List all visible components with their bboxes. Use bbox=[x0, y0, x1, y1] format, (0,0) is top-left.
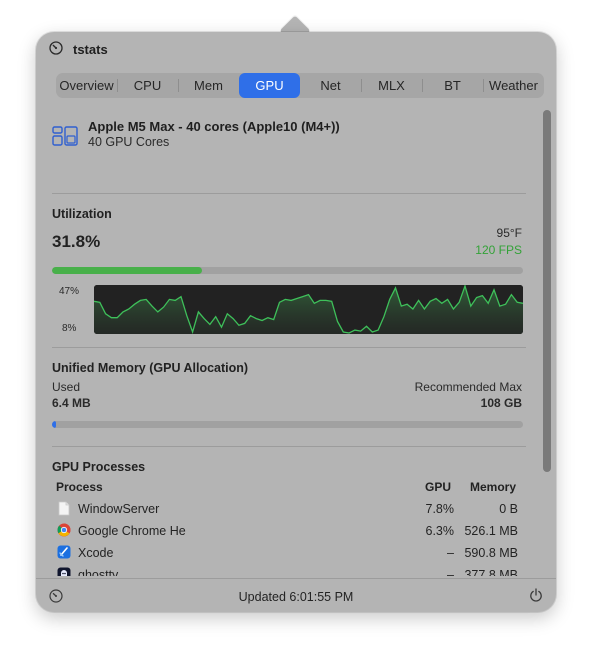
gpu-chip-icon bbox=[52, 126, 78, 146]
tstats-popover: tstats Overview CPU Mem GPU Net MLX BT Weather … bbox=[36, 32, 556, 612]
table-row[interactable]: Google Chrome He 6.3% 526.1 MB bbox=[52, 520, 526, 542]
tab-weather[interactable]: Weather bbox=[483, 73, 544, 98]
gpu-panel: Apple M5 Max - 40 cores (Apple10 (M4+)) … bbox=[52, 110, 526, 576]
xcode-icon bbox=[57, 545, 71, 560]
divider bbox=[52, 193, 526, 194]
memory-max-value: 108 GB bbox=[480, 396, 522, 410]
utilization-title: Utilization bbox=[52, 207, 112, 221]
utilization-bar bbox=[52, 267, 523, 274]
scrollbar-thumb[interactable] bbox=[543, 110, 551, 472]
gpu-model-name: Apple M5 Max - 40 cores (Apple10 (M4+)) bbox=[88, 119, 340, 134]
graph-min-label: 8% bbox=[62, 323, 77, 334]
processes-title: GPU Processes bbox=[52, 460, 146, 474]
process-memory: 526.1 MB bbox=[464, 524, 518, 538]
process-name: Google Chrome He bbox=[78, 524, 186, 538]
process-gpu-usage: – bbox=[447, 568, 454, 576]
process-name: WindowServer bbox=[78, 502, 160, 516]
divider bbox=[52, 347, 526, 348]
gauge-icon bbox=[49, 41, 63, 55]
memory-used-value: 6.4 MB bbox=[52, 396, 91, 410]
power-icon[interactable] bbox=[529, 588, 543, 603]
document-icon bbox=[57, 501, 71, 516]
process-gpu-usage: 7.8% bbox=[425, 502, 455, 516]
table-row[interactable]: ghostty – 377.8 MB bbox=[52, 564, 526, 576]
process-memory: 377.8 MB bbox=[464, 568, 518, 576]
process-gpu-usage: 6.3% bbox=[425, 524, 455, 538]
scrollbar[interactable] bbox=[542, 110, 552, 576]
tab-bt[interactable]: BT bbox=[422, 73, 483, 98]
tab-cpu[interactable]: CPU bbox=[117, 73, 178, 98]
footer: Updated 6:01:55 PM bbox=[36, 578, 556, 613]
process-memory: 0 B bbox=[499, 502, 518, 516]
column-header-process[interactable]: Process bbox=[56, 480, 103, 494]
tab-overview[interactable]: Overview bbox=[56, 73, 117, 98]
tab-mlx[interactable]: MLX bbox=[361, 73, 422, 98]
memory-bar-fill bbox=[52, 421, 56, 428]
graph-max-label: 47% bbox=[59, 286, 80, 297]
tab-gpu[interactable]: GPU bbox=[239, 73, 300, 98]
process-gpu-usage: – bbox=[447, 546, 454, 560]
column-header-gpu[interactable]: GPU bbox=[425, 480, 451, 494]
process-memory: 590.8 MB bbox=[464, 546, 518, 560]
memory-title: Unified Memory (GPU Allocation) bbox=[52, 361, 249, 375]
tab-bar: Overview CPU Mem GPU Net MLX BT Weather bbox=[56, 73, 544, 98]
gpu-fps: 120 FPS bbox=[475, 243, 522, 257]
gpu-temperature: 95°F bbox=[496, 226, 522, 240]
gpu-core-count: 40 GPU Cores bbox=[88, 135, 170, 149]
utilization-value: 31.8% bbox=[52, 232, 101, 251]
column-header-memory[interactable]: Memory bbox=[470, 480, 516, 494]
tab-net[interactable]: Net bbox=[300, 73, 361, 98]
divider bbox=[52, 446, 526, 447]
memory-used-label: Used bbox=[52, 380, 81, 394]
process-name: ghostty bbox=[78, 568, 119, 576]
utilization-bar-fill bbox=[52, 267, 202, 274]
chrome-icon bbox=[57, 523, 71, 538]
ghostty-icon bbox=[57, 567, 71, 576]
tab-mem[interactable]: Mem bbox=[178, 73, 239, 98]
title-bar: tstats bbox=[36, 32, 556, 66]
updated-timestamp: Updated 6:01:55 PM bbox=[238, 590, 354, 604]
app-title: tstats bbox=[73, 42, 108, 57]
memory-max-label: Recommended Max bbox=[414, 380, 522, 394]
table-row[interactable]: WindowServer 7.8% 0 B bbox=[52, 498, 526, 520]
utilization-history-graph bbox=[94, 285, 523, 334]
process-name: Xcode bbox=[78, 546, 114, 560]
table-row[interactable]: Xcode –590.8 MB bbox=[52, 542, 526, 564]
memory-bar bbox=[52, 421, 523, 428]
